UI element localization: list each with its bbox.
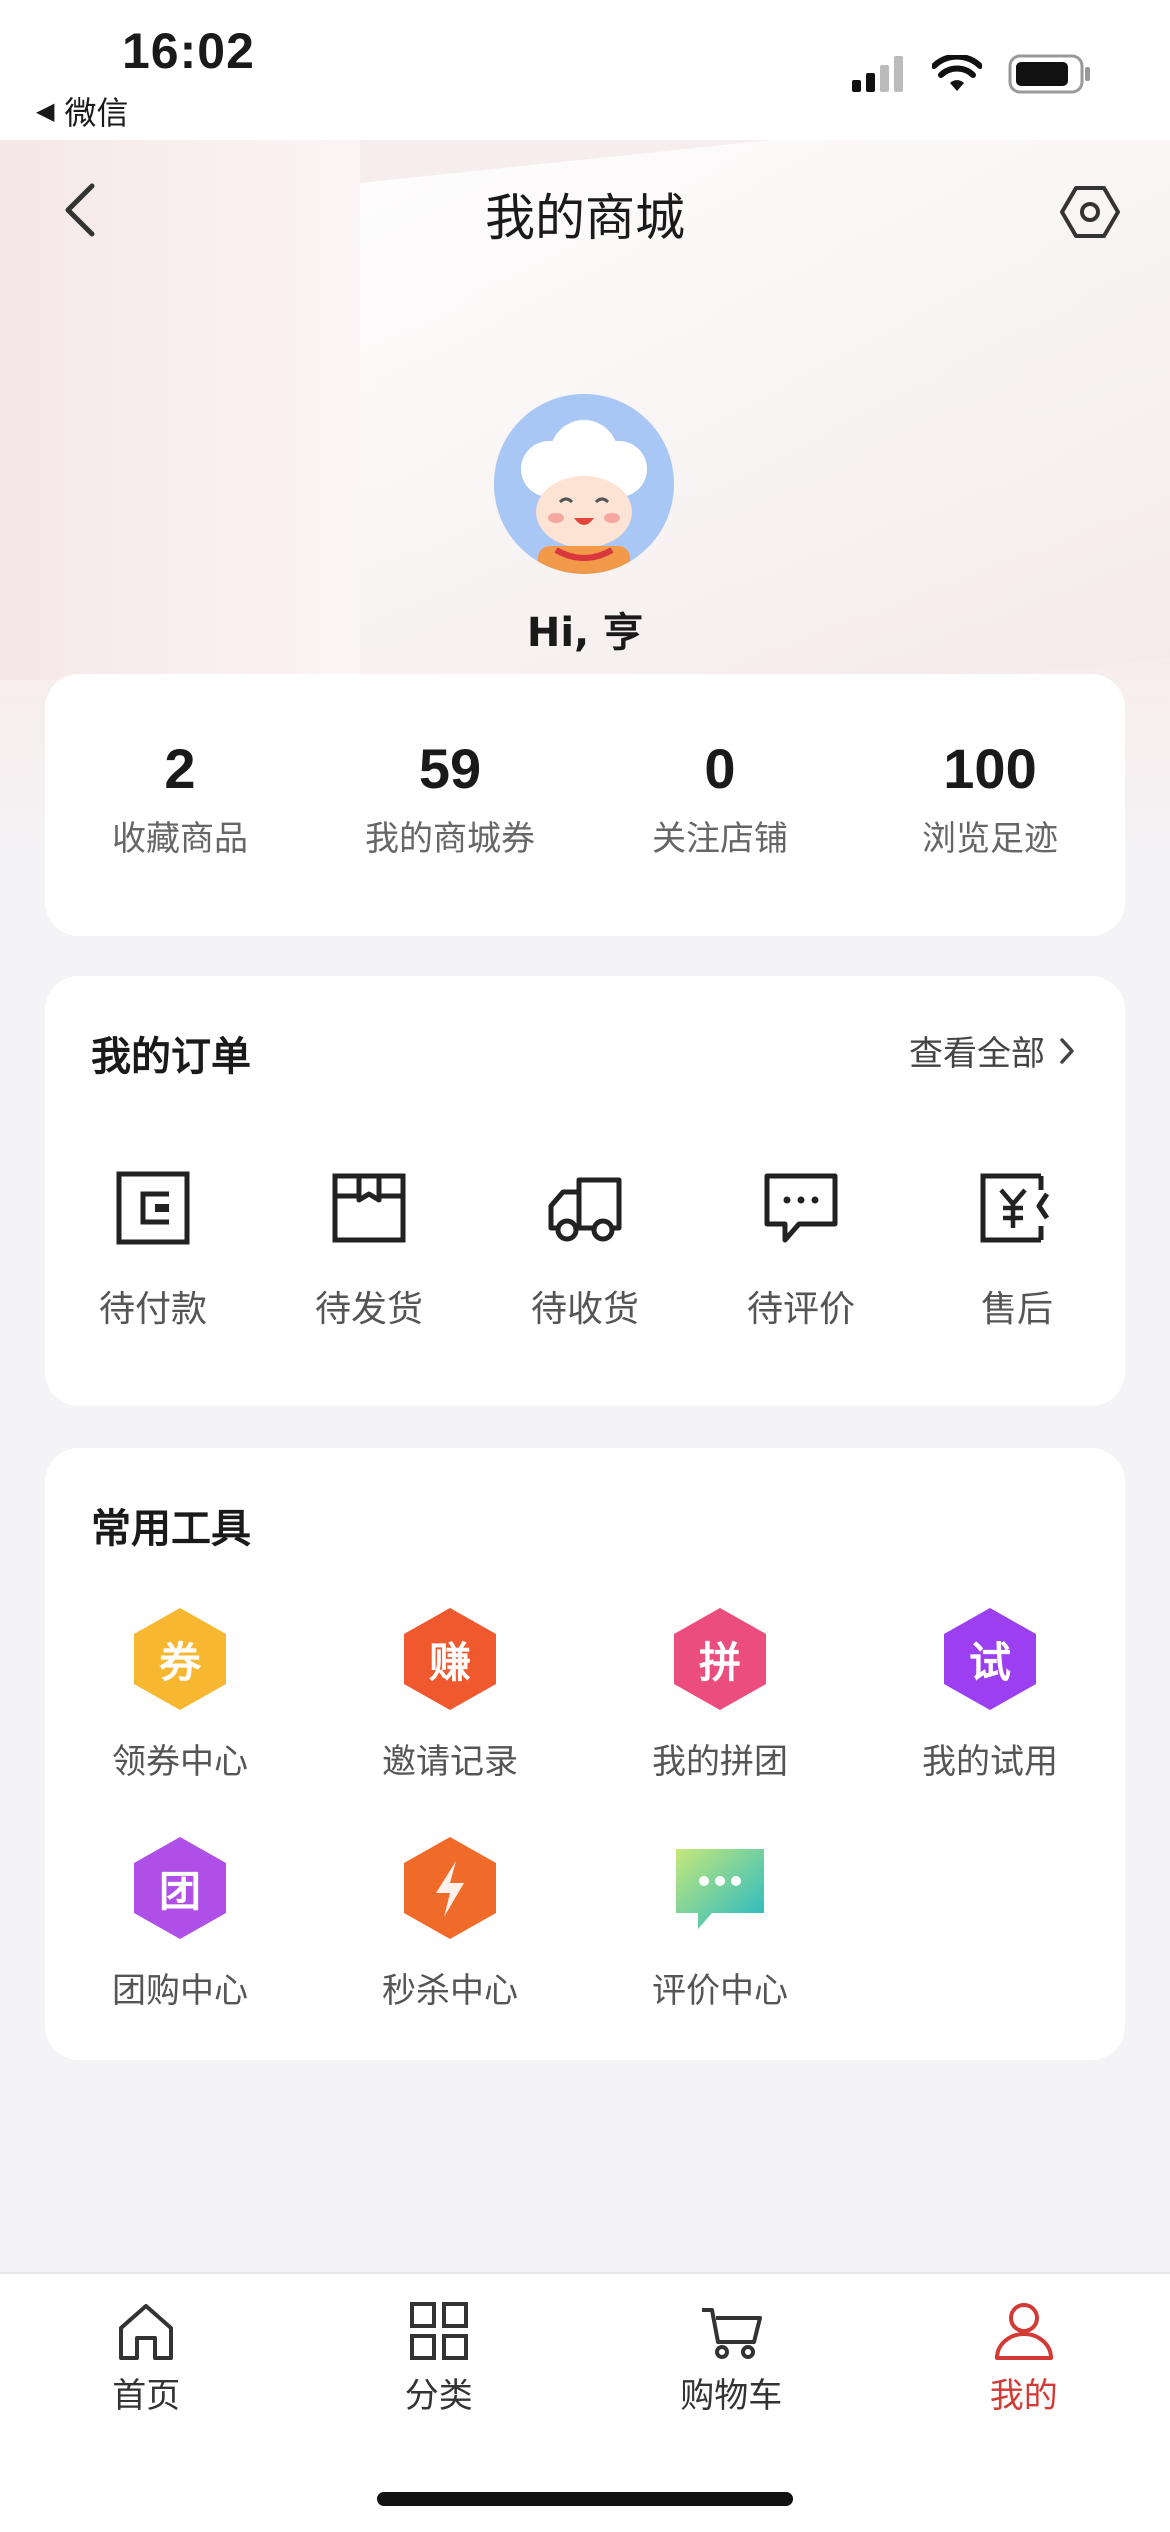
tool-review-center[interactable]: 评价中心 — [585, 1835, 855, 2012]
signal-icon — [852, 56, 903, 92]
order-status-label: 售后 — [980, 1289, 1053, 1330]
refund-icon — [980, 1173, 1050, 1243]
tab-label: 我的 — [989, 2376, 1058, 2416]
stat-label: 关注店铺 — [652, 819, 788, 859]
tool-label: 团购中心 — [112, 1971, 248, 2011]
stat-favorites[interactable]: 2 收藏商品 — [45, 674, 315, 936]
stat-coupons[interactable]: 59 我的商城券 — [315, 674, 585, 936]
tab-label: 首页 — [112, 2376, 181, 2416]
comment-icon — [764, 1173, 838, 1243]
tool-label: 领券中心 — [112, 1742, 248, 1782]
stat-value: 59 — [418, 737, 482, 800]
avatar-illustration — [494, 394, 674, 574]
order-status-label: 待评价 — [746, 1289, 855, 1330]
stats-card: 2 收藏商品 59 我的商城券 0 关注店铺 100 浏览足迹 — [45, 674, 1125, 936]
order-pending-payment[interactable]: 待付款 — [45, 1166, 261, 1332]
chat-bubble-icon — [670, 1835, 770, 1941]
tab-home[interactable]: 首页 — [0, 2274, 293, 2424]
user-greeting: Hi, 亨 — [526, 610, 644, 656]
view-all-label: 查看全部 — [909, 1034, 1045, 1074]
earn-hexagon-icon: 赚 — [400, 1606, 500, 1712]
tab-label: 购物车 — [680, 2376, 783, 2416]
team-hexagon-icon: 团 — [130, 1835, 230, 1941]
tool-flash-sale-center[interactable]: 秒杀中心 — [315, 1835, 585, 2012]
tool-label: 我的拼团 — [652, 1742, 788, 1782]
grid-icon — [409, 2302, 468, 2360]
tools-title: 常用工具 — [91, 1506, 251, 1552]
stat-label: 我的商城券 — [365, 819, 535, 859]
status-icons — [852, 54, 1092, 94]
tool-label: 邀请记录 — [382, 1742, 518, 1782]
tools-grid: 券 领券中心 赚 邀请记录 拼 我的拼团 试 我的试用 团 团购中心 秒杀中心 … — [45, 1606, 1125, 2012]
stat-value: 2 — [164, 737, 196, 800]
tab-mine[interactable]: 我的 — [878, 2274, 1170, 2424]
home-icon — [119, 2304, 174, 2360]
stat-value: 100 — [943, 737, 1037, 800]
stat-history[interactable]: 100 浏览足迹 — [855, 674, 1125, 936]
order-pending-shipment[interactable]: 待发货 — [261, 1166, 477, 1332]
lightning-hexagon-icon — [400, 1835, 500, 1941]
avatar[interactable] — [494, 394, 674, 574]
coupon-hexagon-icon: 券 — [130, 1606, 230, 1712]
user-icon — [994, 2303, 1053, 2360]
back-triangle-icon: ◀ — [36, 97, 55, 125]
group-hexagon-icon: 拼 — [670, 1606, 770, 1712]
trial-hexagon-icon: 试 — [940, 1606, 1040, 1712]
stat-label: 收藏商品 — [112, 819, 248, 859]
settings-icon[interactable] — [1060, 182, 1120, 242]
back-to-app-link[interactable]: ◀ 微信 — [36, 88, 128, 134]
home-indicator[interactable] — [377, 2492, 793, 2506]
tool-group-purchase-center[interactable]: 团 团购中心 — [45, 1835, 315, 2012]
wallet-icon — [116, 1171, 190, 1245]
stat-label: 浏览足迹 — [922, 819, 1058, 859]
orders-title: 我的订单 — [91, 1034, 251, 1080]
tool-label: 评价中心 — [652, 1971, 788, 2011]
status-time: 16:02 — [122, 23, 255, 79]
tools-card: 常用工具 券 领券中心 赚 邀请记录 拼 我的拼团 试 我的试用 团 团购中心 … — [45, 1448, 1125, 2060]
order-status-label: 待发货 — [314, 1289, 423, 1330]
tool-invite-records[interactable]: 赚 邀请记录 — [315, 1606, 585, 1783]
order-status-label: 待付款 — [98, 1289, 207, 1330]
status-bar: 16:02 ◀ 微信 — [0, 0, 1170, 140]
box-icon — [332, 1173, 406, 1243]
order-status-label: 待收货 — [530, 1289, 639, 1330]
wifi-icon — [932, 55, 982, 91]
tab-bar: 首页 分类 购物车 我的 — [0, 2272, 1170, 2532]
tool-label: 秒杀中心 — [382, 1971, 518, 2011]
tool-my-group-buy[interactable]: 拼 我的拼团 — [585, 1606, 855, 1783]
orders-card: 我的订单 查看全部 待付款 待发货 待收货 待评价 售后 — [45, 976, 1125, 1406]
truck-icon — [548, 1177, 622, 1242]
chevron-right-icon — [1060, 1037, 1074, 1064]
order-pending-review[interactable]: 待评价 — [693, 1166, 909, 1332]
view-all-orders-link[interactable]: 查看全部 — [909, 1026, 1075, 1075]
order-status-row: 待付款 待发货 待收货 待评价 售后 — [45, 1166, 1125, 1332]
battery-icon — [1008, 54, 1090, 94]
stat-followed-shops[interactable]: 0 关注店铺 — [585, 674, 855, 936]
tool-label: 我的试用 — [922, 1742, 1058, 1782]
order-pending-receipt[interactable]: 待收货 — [477, 1166, 693, 1332]
stat-value: 0 — [704, 737, 736, 800]
order-after-sales[interactable]: 售后 — [909, 1166, 1125, 1332]
tab-cart[interactable]: 购物车 — [585, 2274, 878, 2424]
tool-coupon-center[interactable]: 券 领券中心 — [45, 1606, 315, 1783]
cart-icon — [702, 2308, 763, 2359]
tool-my-trial[interactable]: 试 我的试用 — [855, 1606, 1125, 1783]
page-title: 我的商城 — [485, 189, 685, 247]
back-app-label: 微信 — [64, 94, 129, 132]
tab-label: 分类 — [404, 2376, 473, 2416]
tab-category[interactable]: 分类 — [293, 2274, 586, 2424]
